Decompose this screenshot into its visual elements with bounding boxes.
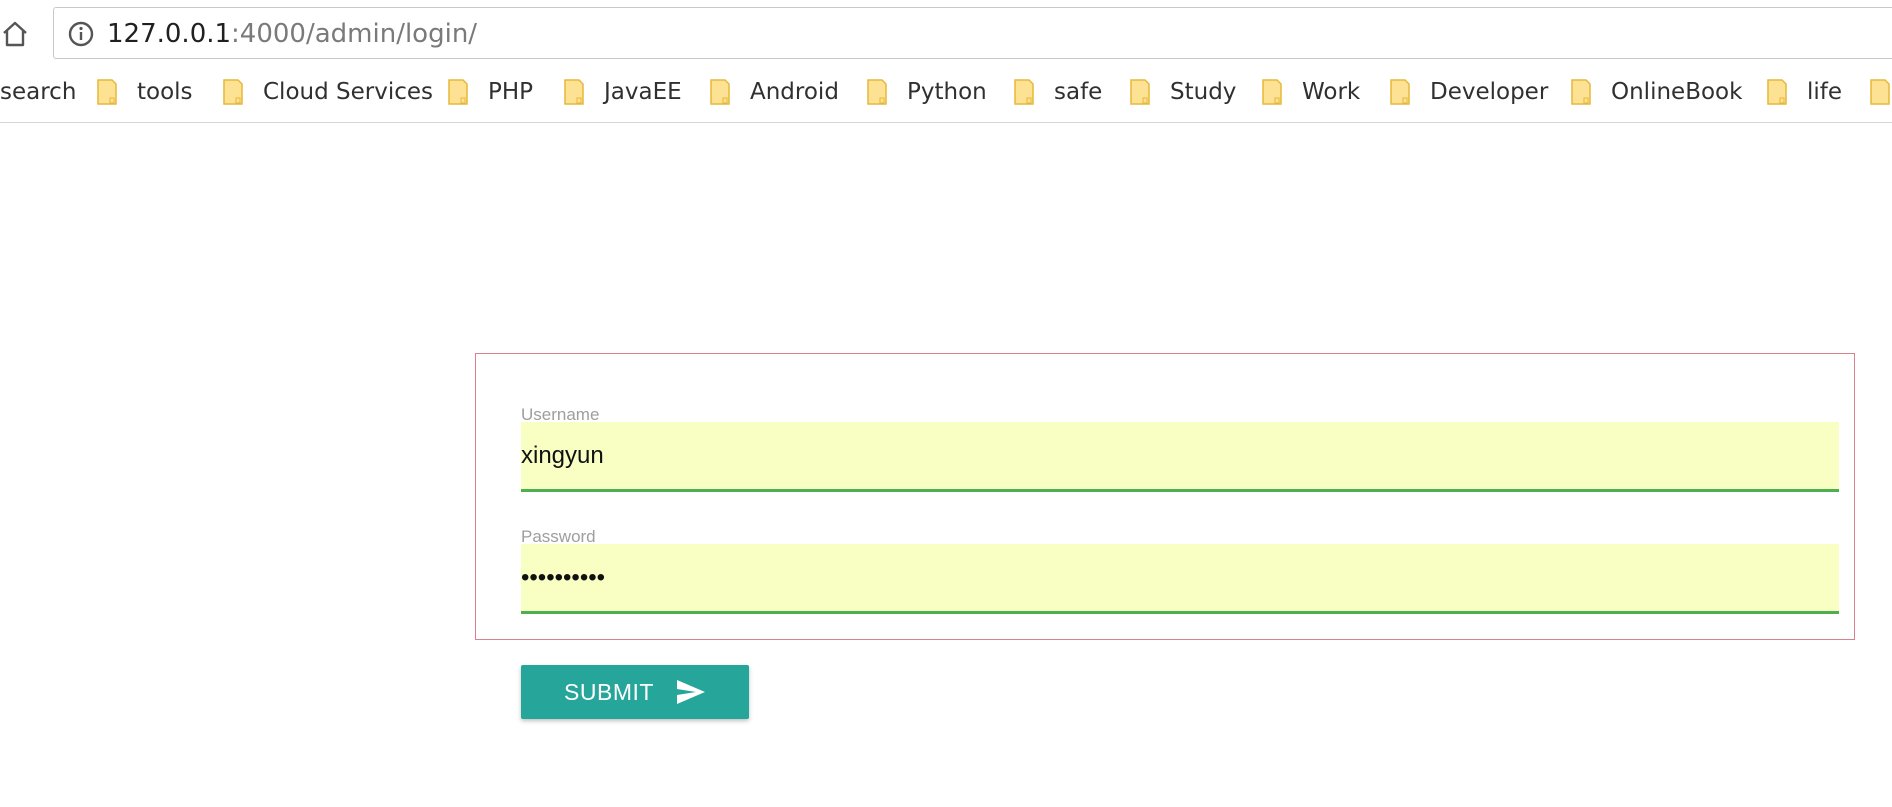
folder-icon: [448, 79, 468, 105]
bookmark-label: Android: [750, 79, 839, 105]
bookmark-search[interactable]: search: [0, 70, 76, 114]
bookmark-folder-tools[interactable]: tools: [97, 70, 193, 114]
folder-icon: [1130, 79, 1150, 105]
bookmark-label: safe: [1054, 79, 1103, 105]
bookmark-label: Cloud Services: [263, 79, 433, 105]
username-input[interactable]: xingyun: [521, 422, 1839, 492]
folder-icon: [97, 79, 117, 105]
bookmark-label: Study: [1170, 79, 1237, 105]
send-icon: [676, 680, 705, 704]
password-value: ••••••••••: [521, 563, 606, 591]
bookmark-folder-developer[interactable]: Developer: [1390, 70, 1548, 114]
bookmark-folder-python[interactable]: Python: [867, 70, 987, 114]
bookmark-label: Work: [1302, 79, 1361, 105]
url-path: :4000/admin/login/: [231, 19, 478, 49]
bookmark-folder-cloud-services[interactable]: Cloud Services: [223, 70, 433, 114]
submit-label: SUBMIT: [564, 678, 654, 705]
bookmark-folder-study[interactable]: Study: [1130, 70, 1236, 114]
folder-icon: [1014, 79, 1034, 105]
bookmark-label: PHP: [488, 79, 534, 105]
bookmark-label: life: [1807, 79, 1843, 105]
url-text[interactable]: 127.0.0.1:4000/admin/login/: [107, 8, 477, 60]
bookmark-folder-life[interactable]: life: [1767, 70, 1842, 114]
folder-icon: [1870, 79, 1890, 105]
login-form: Username xingyun Password ••••••••••: [475, 353, 1855, 640]
folder-icon: [1390, 79, 1410, 105]
folder-icon: [564, 79, 584, 105]
bookmark-label: JavaEE: [604, 79, 682, 105]
bookmark-folder-onlinebook[interactable]: OnlineBook: [1571, 70, 1742, 114]
bookmark-label: Python: [907, 79, 987, 105]
info-icon[interactable]: [67, 20, 95, 48]
bookmark-label: tools: [137, 79, 193, 105]
folder-icon: [1262, 79, 1282, 105]
folder-icon: [867, 79, 887, 105]
folder-icon: [1767, 79, 1787, 105]
bookmark-folder-android[interactable]: Android: [710, 70, 839, 114]
address-bar[interactable]: 127.0.0.1:4000/admin/login/: [53, 7, 1892, 59]
browser-chrome: 127.0.0.1:4000/admin/login/ search tools…: [0, 0, 1892, 123]
url-host: 127.0.0.1: [107, 19, 232, 49]
bookmark-folder-javaee[interactable]: JavaEE: [564, 70, 682, 114]
bookmark-label: search: [0, 79, 77, 105]
bookmark-label: OnlineBook: [1611, 79, 1743, 105]
bookmark-folder-overflow[interactable]: [1870, 70, 1892, 114]
bookmark-folder-safe[interactable]: safe: [1014, 70, 1102, 114]
home-icon: [3, 21, 27, 47]
bookmark-folder-work[interactable]: Work: [1262, 70, 1360, 114]
folder-icon: [710, 79, 730, 105]
password-input[interactable]: ••••••••••: [521, 544, 1839, 614]
home-button[interactable]: [0, 14, 30, 54]
folder-icon: [1571, 79, 1591, 105]
bookmarks-bar: search tools Cloud Services PHP JavaEE A…: [0, 70, 1892, 114]
bookmark-folder-php[interactable]: PHP: [448, 70, 533, 114]
username-value: xingyun: [521, 441, 604, 469]
folder-icon: [223, 79, 243, 105]
submit-button[interactable]: SUBMIT: [521, 665, 749, 719]
bookmark-label: Developer: [1430, 79, 1549, 105]
